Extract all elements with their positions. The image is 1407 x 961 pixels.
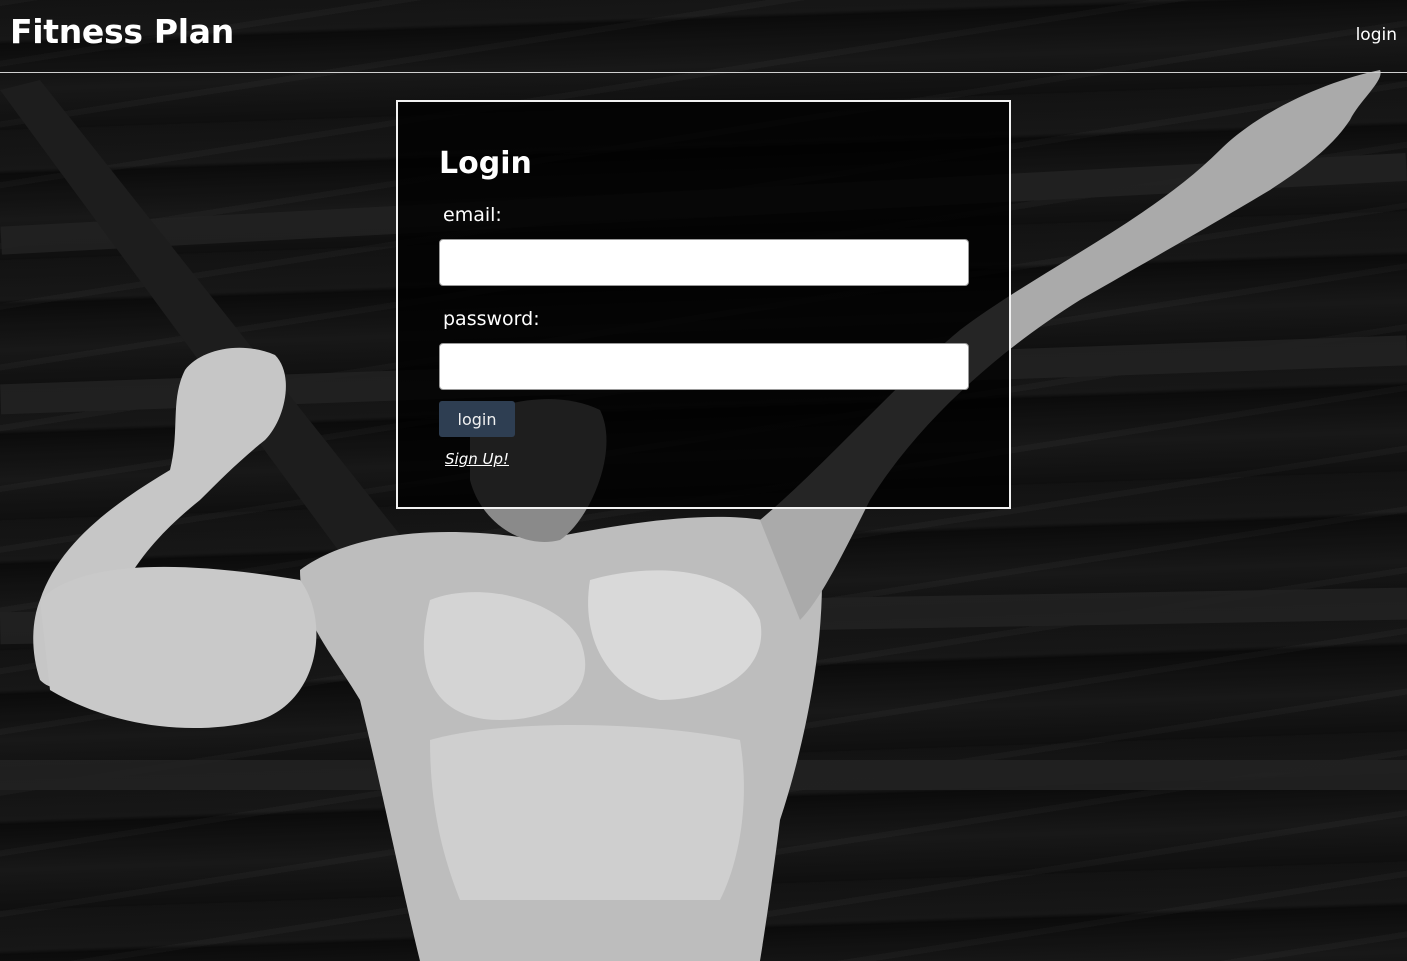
- email-field[interactable]: [439, 239, 969, 286]
- nav-login-link[interactable]: login: [1356, 25, 1397, 45]
- login-card: Login email: password: login Sign Up!: [396, 100, 1011, 509]
- brand-title[interactable]: Fitness Plan: [10, 12, 234, 51]
- password-label: password:: [443, 308, 540, 330]
- email-label: email:: [443, 204, 502, 226]
- password-field[interactable]: [439, 343, 969, 390]
- top-navbar: Fitness Plan login: [0, 0, 1407, 73]
- login-button[interactable]: login: [439, 401, 515, 437]
- page: Fitness Plan login Login email: password…: [0, 0, 1407, 961]
- login-heading: Login: [439, 146, 532, 181]
- signup-link[interactable]: Sign Up!: [445, 450, 509, 468]
